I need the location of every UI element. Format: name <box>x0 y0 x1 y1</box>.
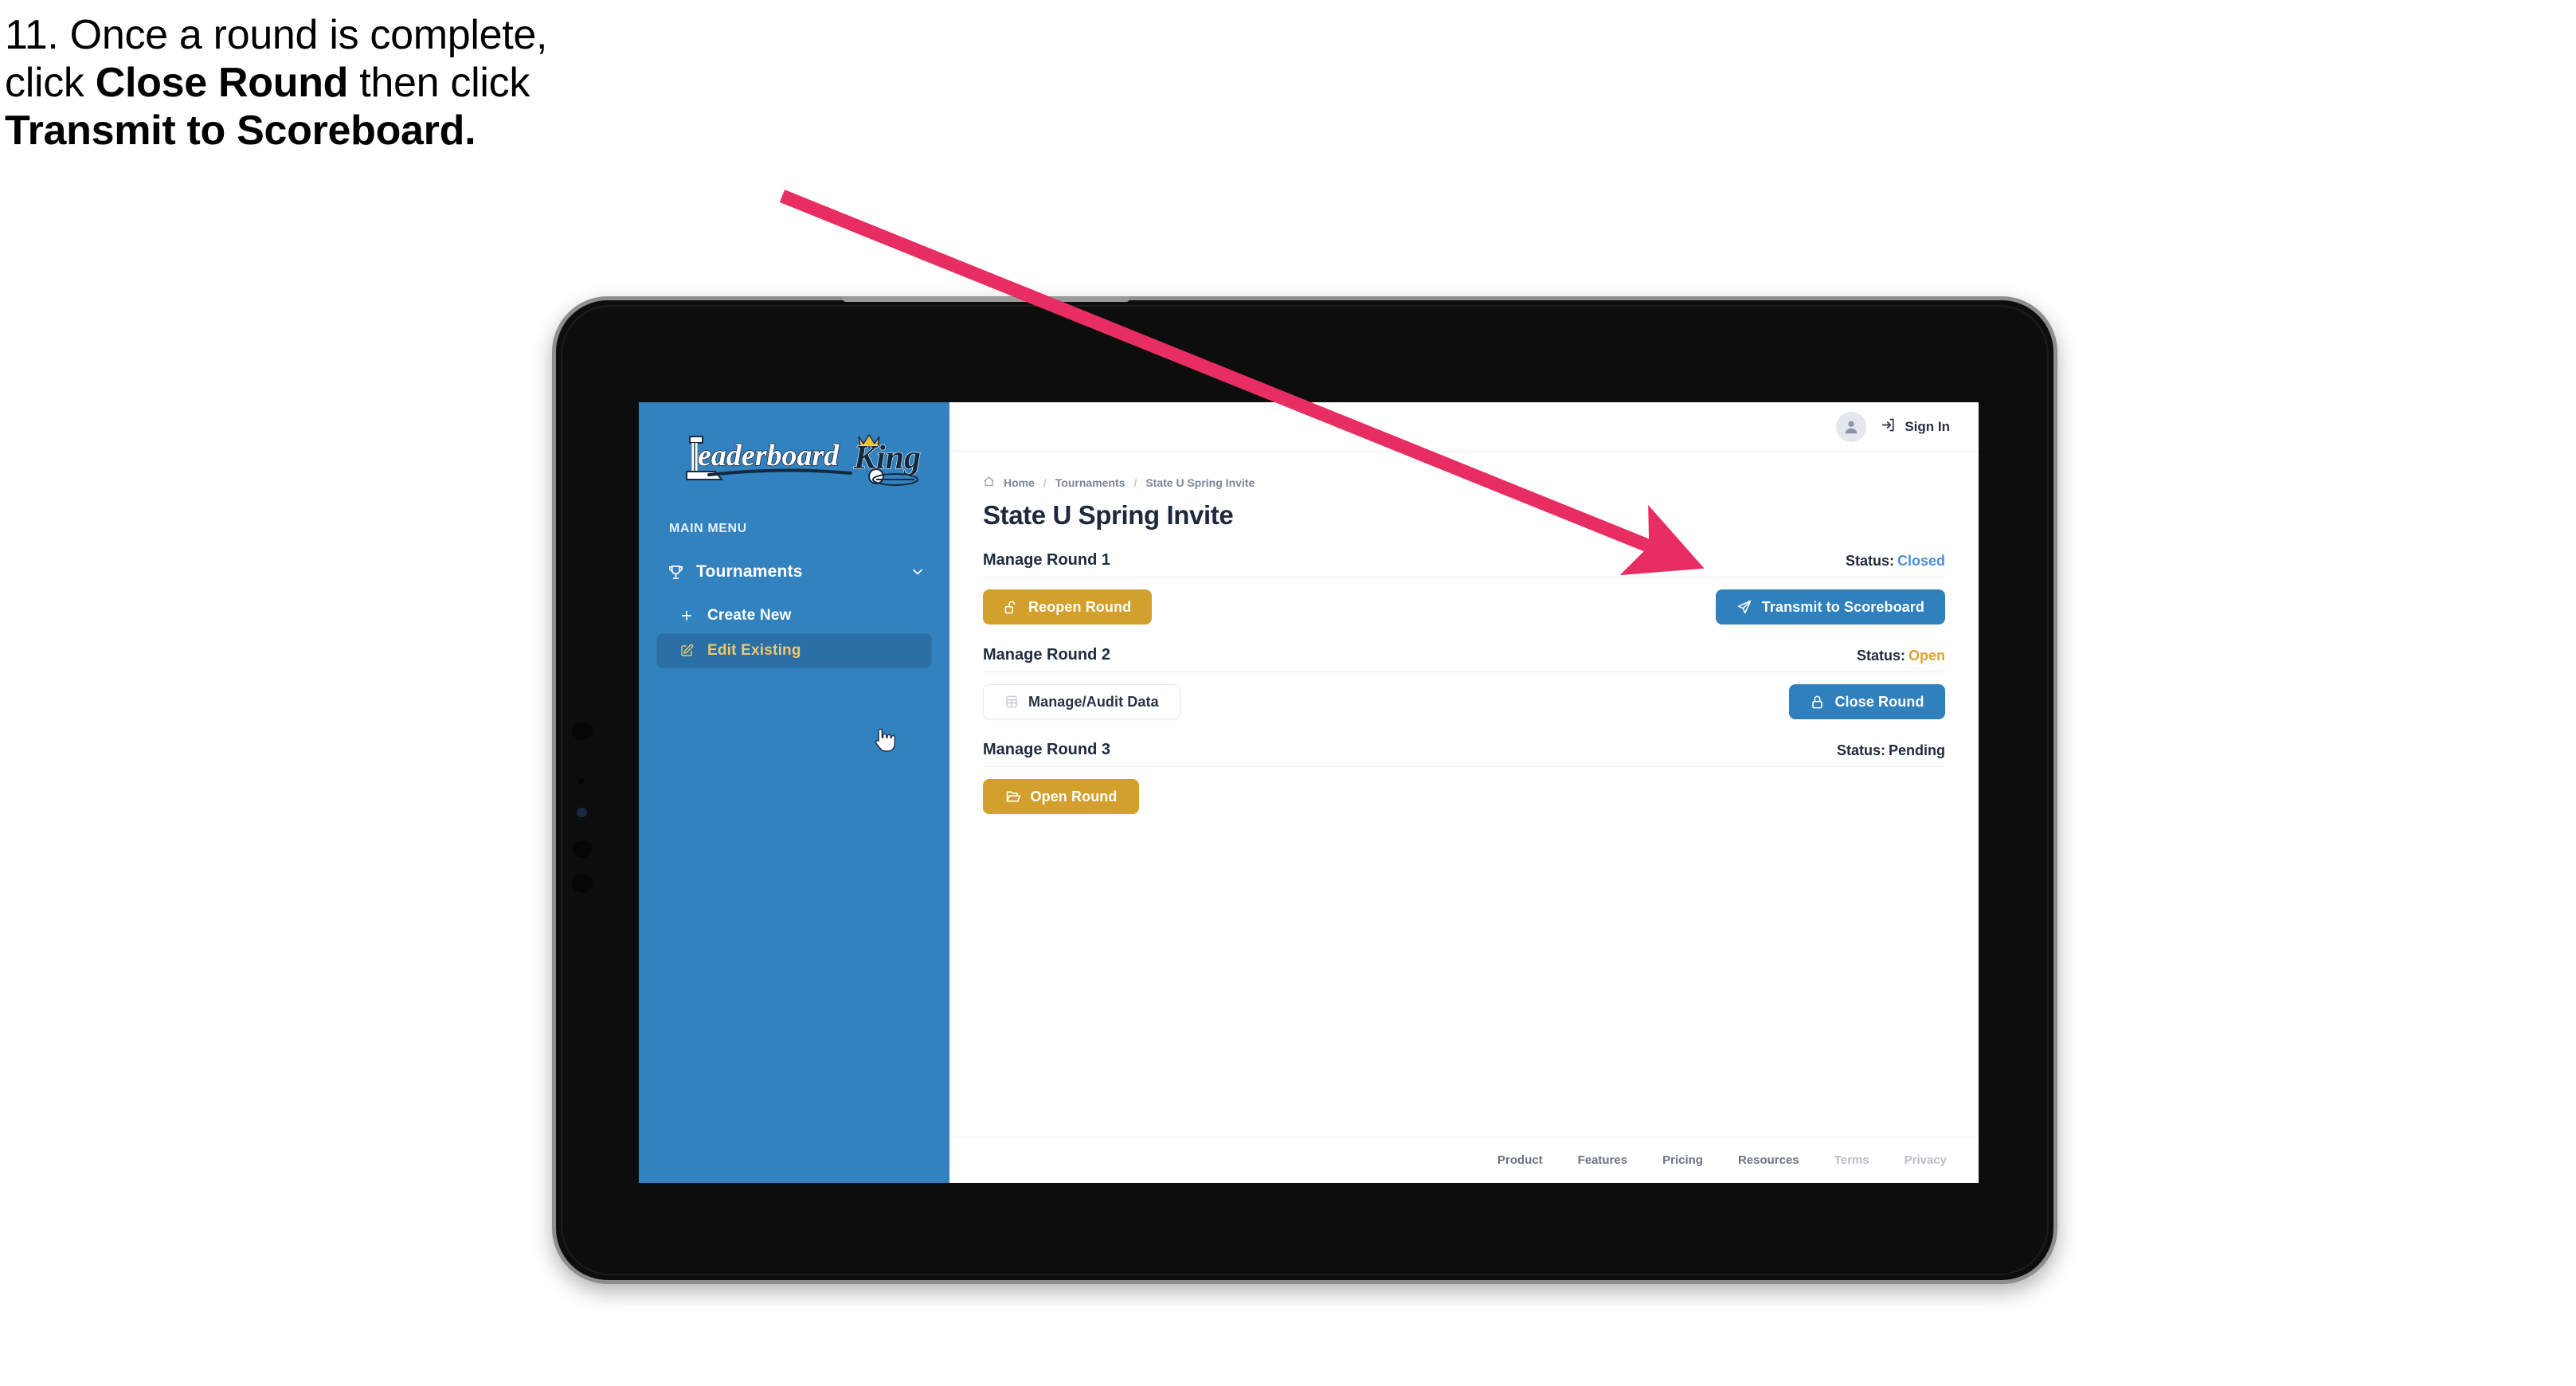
round-block-1: Manage Round 1 Status: Closed Reopen Rou… <box>983 551 1945 625</box>
round-1-status-label: Status: <box>1845 553 1894 569</box>
lock-icon <box>1810 695 1825 710</box>
tablet-device-frame: eaderboard King MAIN MENU Tournaments Cr… <box>552 296 2057 1284</box>
caption-line-2: click Close Round then click <box>5 62 865 104</box>
footer-link-resources[interactable]: Resources <box>1738 1153 1799 1167</box>
sidebar-item-tournaments[interactable]: Tournaments <box>639 554 949 590</box>
main-content-area: Sign In Home / Tournaments / State U Spr… <box>949 402 1979 1183</box>
page-title: State U Spring Invite <box>983 500 1234 530</box>
round-block-2: Manage Round 2 Status: Open Manage/Audit… <box>983 646 1945 720</box>
caption-line-2-bold: Close Round <box>95 60 349 106</box>
page-content: Home / Tournaments / State U Spring Invi… <box>949 452 1979 1137</box>
edit-square-icon <box>679 643 695 659</box>
sign-in-button[interactable]: Sign In <box>1881 417 1950 437</box>
caption-line-3-bold: Transmit to Scoreboard. <box>5 108 476 154</box>
open-folder-icon <box>1005 789 1021 805</box>
open-round-label: Open Round <box>1030 788 1118 805</box>
round-3-status-label: Status: <box>1836 742 1885 758</box>
round-1-header: Manage Round 1 Status: Closed <box>983 551 1945 578</box>
round-2-status-label: Status: <box>1856 648 1905 664</box>
round-3-status: Status: Pending <box>1837 742 1945 759</box>
footer-link-pricing[interactable]: Pricing <box>1662 1153 1703 1167</box>
footer-link-product[interactable]: Product <box>1497 1153 1543 1167</box>
pointing-hand-cursor <box>871 726 896 753</box>
user-avatar-icon[interactable] <box>1836 411 1867 442</box>
caption-line-2-prefix: click <box>5 60 96 106</box>
tablet-sensor-icon <box>572 722 593 740</box>
footer-link-features[interactable]: Features <box>1578 1153 1628 1167</box>
round-1-actions: Reopen Round Transmit to Scoreboard <box>983 589 1945 625</box>
sidebar-item-create-new[interactable]: Create New <box>656 598 932 633</box>
plus-icon <box>679 608 695 624</box>
round-3-actions: Open Round <box>983 778 1945 815</box>
round-2-header: Manage Round 2 Status: Open <box>983 646 1945 672</box>
unlock-icon <box>1004 600 1019 615</box>
breadcrumb-item-current[interactable]: State U Spring Invite <box>1145 476 1255 489</box>
transmit-to-scoreboard-label: Transmit to Scoreboard <box>1761 598 1924 615</box>
sidebar-item-edit-existing[interactable]: Edit Existing <box>656 633 932 668</box>
round-2-status: Status: Open <box>1857 648 1945 664</box>
round-block-3: Manage Round 3 Status: Pending Open Roun… <box>983 741 1945 815</box>
sidebar: eaderboard King MAIN MENU Tournaments Cr… <box>639 402 949 1183</box>
tablet-sensor-2-icon <box>572 840 593 858</box>
caption-line-3: Transmit to Scoreboard. <box>5 110 865 151</box>
sidebar-subnav: Create New Edit Existing <box>639 598 949 668</box>
svg-text:King: King <box>853 440 921 476</box>
round-2-status-value: Open <box>1908 648 1945 664</box>
app-logo[interactable]: eaderboard King <box>639 425 949 493</box>
instruction-caption: 11. Once a round is complete, click Clos… <box>5 14 865 158</box>
tablet-screen: eaderboard King MAIN MENU Tournaments Cr… <box>639 402 1979 1183</box>
round-2-title: Manage Round 2 <box>983 646 1111 664</box>
sign-in-label: Sign In <box>1905 418 1950 434</box>
tablet-top-notch <box>843 297 1129 302</box>
sign-in-arrow-icon <box>1881 417 1897 437</box>
sidebar-item-create-new-label: Create New <box>707 607 792 624</box>
sidebar-section-label: MAIN MENU <box>669 522 747 535</box>
close-round-label: Close Round <box>1834 693 1924 710</box>
round-3-title: Manage Round 3 <box>983 741 1111 758</box>
chevron-down-icon[interactable] <box>910 564 926 580</box>
sidebar-item-edit-existing-label: Edit Existing <box>707 642 801 659</box>
footer: Product Features Pricing Resources Terms… <box>949 1137 1979 1183</box>
tablet-microphone-icon <box>578 778 584 784</box>
reopen-round-button[interactable]: Reopen Round <box>983 589 1153 624</box>
footer-link-privacy[interactable]: Privacy <box>1905 1153 1947 1167</box>
tablet-camera-icon <box>577 808 587 817</box>
table-grid-icon <box>1004 695 1019 709</box>
breadcrumb: Home / Tournaments / State U Spring Invi… <box>983 476 1945 490</box>
breadcrumb-item-home[interactable]: Home <box>1004 476 1035 489</box>
round-2-actions: Manage/Audit Data Close Round <box>983 683 1945 720</box>
breadcrumb-item-tournaments[interactable]: Tournaments <box>1055 476 1126 489</box>
round-1-title: Manage Round 1 <box>983 551 1111 569</box>
trophy-icon <box>666 562 685 581</box>
breadcrumb-separator-2: / <box>1133 476 1137 489</box>
manage-audit-data-button[interactable]: Manage/Audit Data <box>983 684 1180 719</box>
caption-line-2-suffix: then click <box>348 60 530 106</box>
close-round-button[interactable]: Close Round <box>1789 684 1945 719</box>
leaderboard-king-logo-icon: eaderboard King <box>686 433 922 486</box>
open-round-button[interactable]: Open Round <box>983 779 1139 814</box>
round-3-header: Manage Round 3 Status: Pending <box>983 741 1945 767</box>
round-3-status-value: Pending <box>1889 742 1945 758</box>
svg-text:eaderboard: eaderboard <box>698 439 840 472</box>
top-bar: Sign In <box>949 402 1979 452</box>
sidebar-nav-group: Tournaments Create New Edit Existing <box>639 554 949 668</box>
send-plane-icon <box>1736 599 1752 615</box>
sidebar-item-tournaments-label: Tournaments <box>696 562 803 581</box>
caption-line-1: 11. Once a round is complete, <box>5 12 548 58</box>
round-1-status-value: Closed <box>1897 553 1945 569</box>
footer-link-terms[interactable]: Terms <box>1834 1153 1869 1167</box>
reopen-round-label: Reopen Round <box>1028 598 1132 615</box>
screenshot-stage: 11. Once a round is complete, click Clos… <box>0 0 2576 1386</box>
transmit-to-scoreboard-button[interactable]: Transmit to Scoreboard <box>1715 589 1945 624</box>
tablet-sensor-3-icon <box>572 874 593 893</box>
manage-audit-data-label: Manage/Audit Data <box>1028 693 1159 710</box>
breadcrumb-separator-1: / <box>1043 476 1047 489</box>
home-icon[interactable] <box>983 476 995 490</box>
round-1-status: Status: Closed <box>1846 553 1945 570</box>
